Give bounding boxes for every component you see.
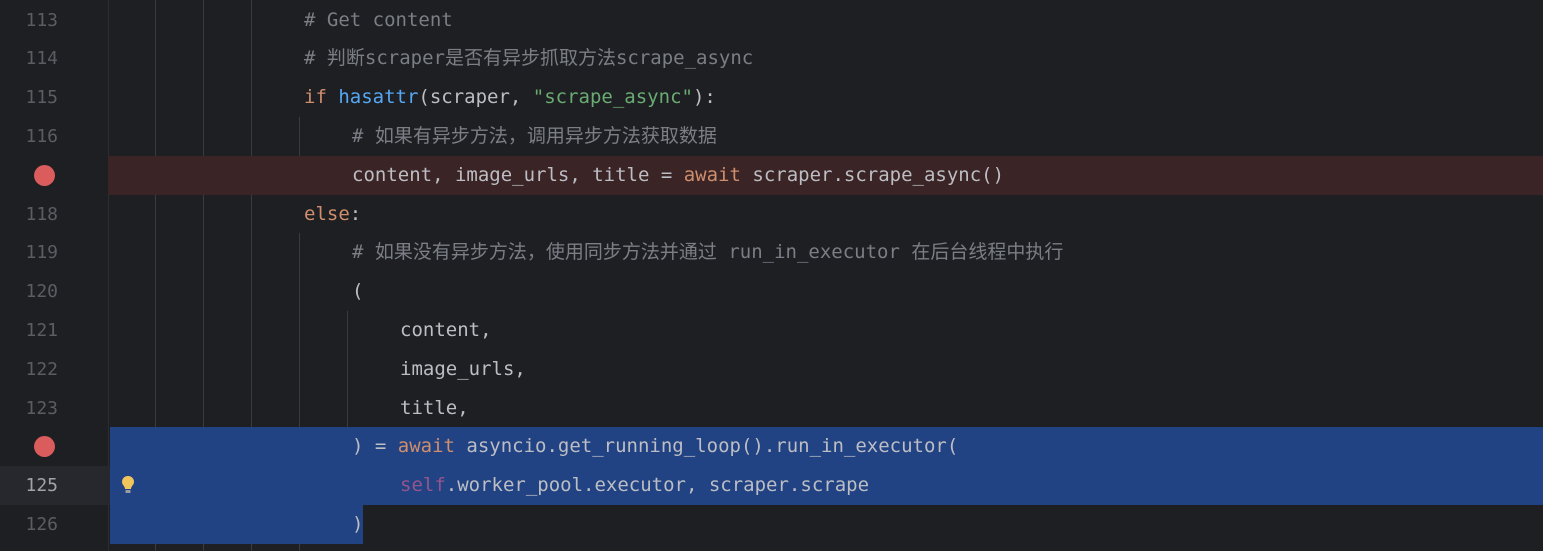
code-line[interactable]: 114 # 判断scraper是否有异步抓取方法scrape_async <box>0 39 1543 78</box>
code-token: await <box>397 435 467 458</box>
code-line[interactable]: 115 if hasattr(scraper, "scrape_async"): <box>0 78 1543 117</box>
code-editor[interactable]: 113 # Get content 114 # 判断scraper是否有异步抓取方法s… <box>0 0 1543 551</box>
code-token: scraper.scrape_async() <box>752 163 1005 186</box>
code-token: : <box>349 202 362 225</box>
code-token: image_urls, <box>400 357 526 380</box>
line-number[interactable]: 116 <box>0 117 58 156</box>
code-token: await <box>683 163 753 186</box>
code-token: ) = <box>352 435 398 458</box>
code-line[interactable]: 118 else: <box>0 195 1543 234</box>
line-number[interactable]: 119 <box>0 233 58 272</box>
code-token: "scrape_async" <box>532 86 693 109</box>
code-token: content, image_urls, title = <box>352 163 684 186</box>
line-number[interactable]: 115 <box>0 78 58 117</box>
code-line[interactable]: 113 # Get content <box>0 1 1543 40</box>
line-number[interactable]: 113 <box>0 1 58 40</box>
code-text: # 如果没有异步方法，使用同步方法并通过 run_in_executor 在后台… <box>352 233 1063 272</box>
code-token: # Get content <box>304 8 453 31</box>
line-number[interactable]: 123 <box>0 389 58 428</box>
code-line[interactable]: 125 self.worker_pool.executor, scraper.sc… <box>0 466 1543 506</box>
code-text: ) <box>352 505 363 544</box>
code-text: content, image_urls, title = await scrap… <box>352 156 1004 195</box>
line-number[interactable]: 120 <box>0 272 58 311</box>
code-text: # 如果有异步方法，调用异步方法获取数据 <box>352 117 717 156</box>
code-line[interactable]: 122 image_urls, <box>0 350 1543 389</box>
code-line[interactable]: ) = await asyncio.get_running_loop().run… <box>0 427 1543 467</box>
code-text: image_urls, <box>400 350 526 389</box>
code-text: title, <box>400 389 469 428</box>
selection-highlight <box>110 504 363 544</box>
line-number[interactable]: 122 <box>0 350 58 389</box>
code-token: hasattr <box>338 86 419 109</box>
code-line[interactable]: 126) <box>0 504 1543 544</box>
code-line[interactable]: 123 title, <box>0 389 1543 428</box>
code-token: ( <box>352 280 364 303</box>
line-number[interactable]: 118 <box>0 195 58 234</box>
code-token: content, <box>400 318 492 341</box>
code-token: asyncio.get_running_loop().run_in_execut… <box>466 435 959 458</box>
code-text: self.worker_pool.executor, scraper.scrap… <box>400 466 869 505</box>
code-token: ) <box>352 512 364 535</box>
line-number[interactable]: 114 <box>0 39 58 78</box>
code-text: content, <box>400 311 492 350</box>
code-token: # 如果有异步方法，调用异步方法获取数据 <box>352 124 717 147</box>
code-token: (scraper, <box>418 86 533 109</box>
code-text: if hasattr(scraper, "scrape_async"): <box>304 78 716 117</box>
code-line[interactable]: content, image_urls, title = await scrap… <box>0 155 1543 195</box>
code-line[interactable]: 120 ( <box>0 272 1543 311</box>
code-line[interactable]: 121 content, <box>0 311 1543 350</box>
line-number[interactable]: 125 <box>0 466 58 505</box>
code-text: ( <box>352 272 363 311</box>
code-token: if <box>304 86 339 109</box>
code-token: ): <box>692 86 716 109</box>
breakpoint-icon[interactable] <box>34 164 55 186</box>
code-line[interactable]: 119 # 如果没有异步方法，使用同步方法并通过 run_in_executor … <box>0 233 1543 272</box>
code-token: .worker_pool.executor, scraper.scrape <box>445 474 870 497</box>
code-text: else: <box>304 195 361 234</box>
code-text: # 判断scraper是否有异步抓取方法scrape_async <box>304 39 753 78</box>
code-token: title, <box>400 396 469 419</box>
code-line[interactable]: 116 # 如果有异步方法，调用异步方法获取数据 <box>0 117 1543 156</box>
line-number[interactable]: 126 <box>0 505 58 544</box>
code-text: # Get content <box>304 1 453 40</box>
code-token: # 判断scraper是否有异步抓取方法scrape_async <box>304 47 754 70</box>
lightbulb-icon[interactable] <box>121 475 135 495</box>
code-token: # 如果没有异步方法，使用同步方法并通过 run_in_executor 在后台… <box>352 241 1064 264</box>
code-token: self <box>400 474 446 497</box>
code-text: ) = await asyncio.get_running_loop().run… <box>352 427 958 466</box>
line-number[interactable]: 121 <box>0 311 58 350</box>
code-token: else <box>304 202 350 225</box>
